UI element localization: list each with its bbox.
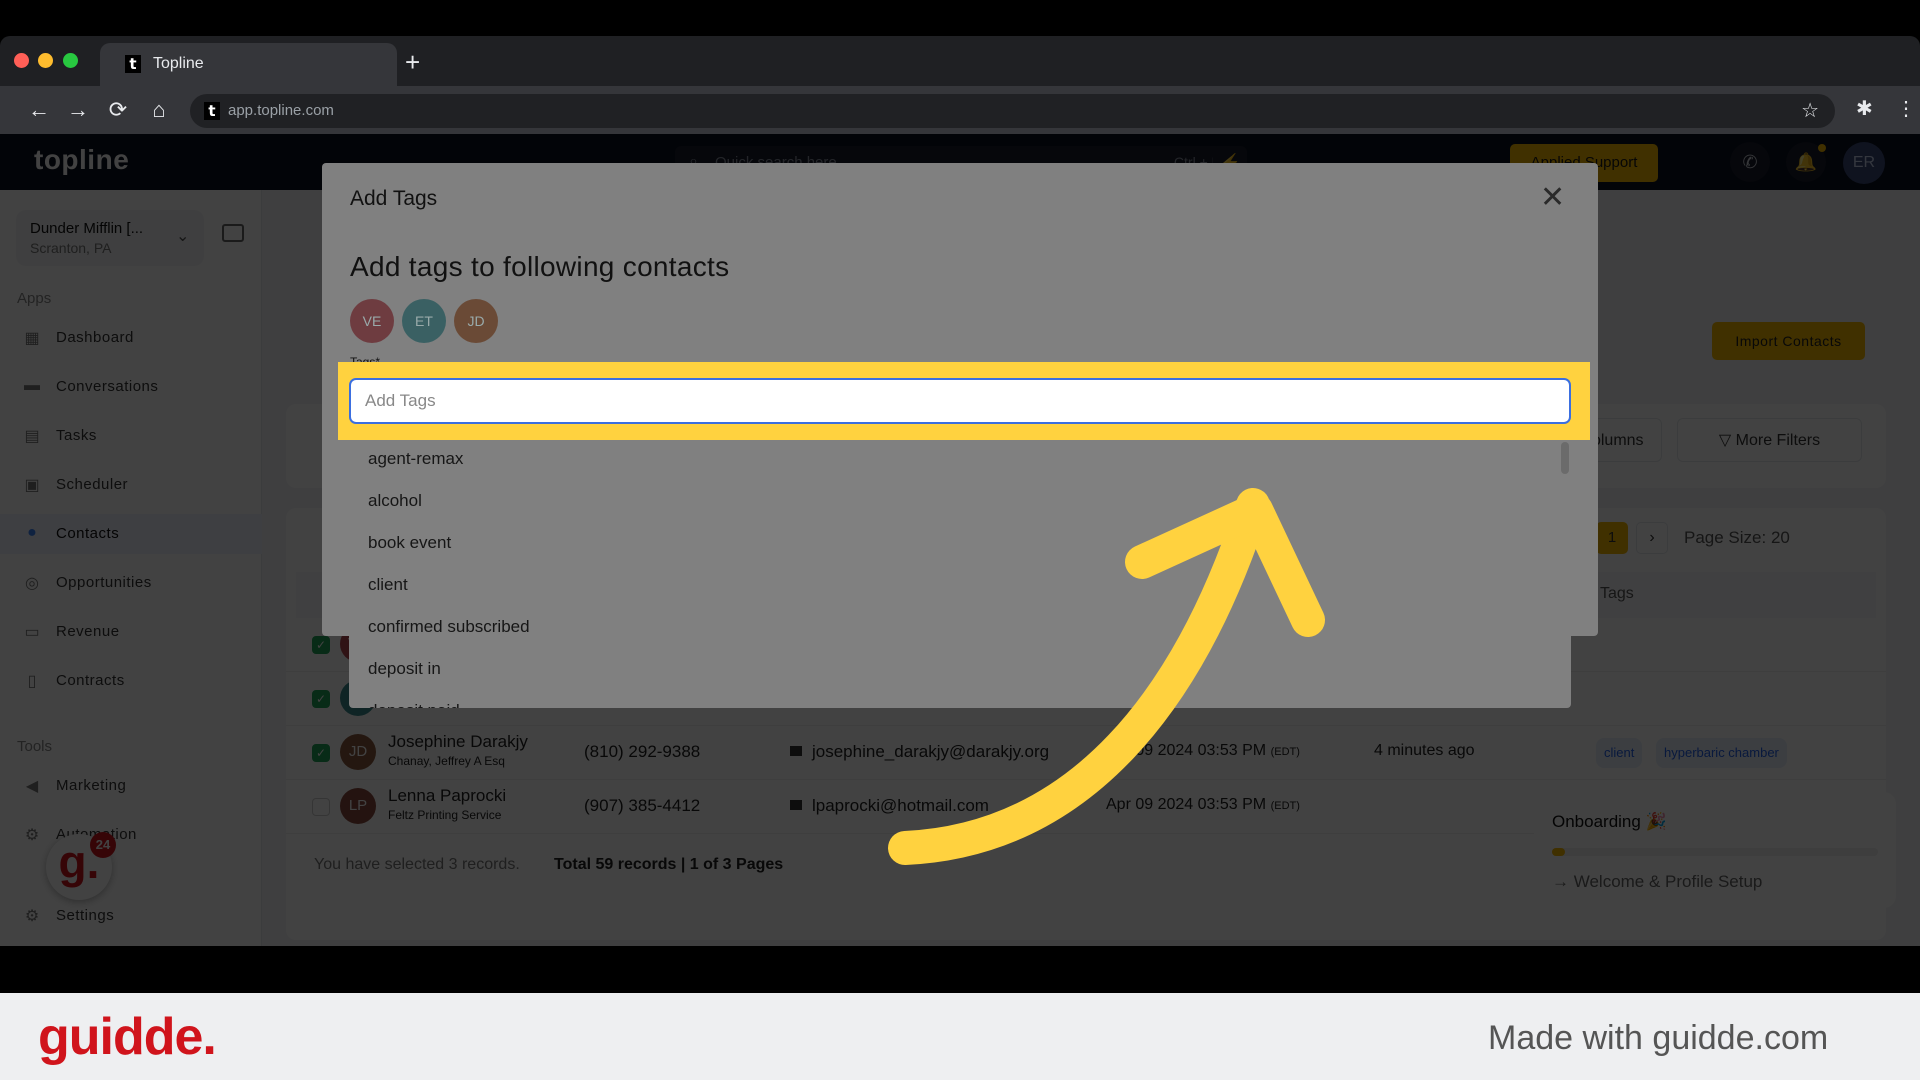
back-arrow-icon[interactable]: ←	[25, 96, 53, 124]
tag-option[interactable]: book event	[349, 524, 1571, 566]
guidde-footer: guidde. Made with guidde.com	[0, 993, 1920, 1080]
site-favicon-icon: t	[204, 102, 220, 120]
forward-arrow-icon[interactable]: →	[64, 96, 92, 124]
screenshot-stage: t Topline + ← → ⟳ ⌂ t app.topline.com ☆ …	[0, 0, 1920, 1080]
tag-option[interactable]: deposit paid	[349, 692, 1571, 708]
tags-dropdown: agent-remax alcohol book event client co…	[349, 440, 1571, 708]
modal-title: Add Tags	[350, 187, 438, 210]
tag-option[interactable]: deposit in	[349, 650, 1571, 692]
bookmark-star-icon[interactable]: ☆	[1801, 98, 1819, 123]
tag-option-label: deposit in	[368, 659, 441, 678]
tag-option[interactable]: confirmed subscribed	[349, 608, 1571, 650]
tag-option-label: agent-remax	[368, 449, 464, 468]
tag-option-label: client	[368, 575, 408, 594]
home-icon[interactable]: ⌂	[145, 96, 173, 124]
address-bar[interactable]: t app.topline.com ☆	[190, 94, 1835, 128]
browser-tab[interactable]: t Topline	[100, 43, 397, 86]
tag-option-label: book event	[368, 533, 452, 552]
window-maximize-button[interactable]	[63, 53, 78, 68]
contact-avatar-chip: VE	[350, 299, 394, 343]
contact-avatar-chip: JD	[454, 299, 498, 343]
reload-icon[interactable]: ⟳	[104, 96, 132, 124]
tag-option-label: alcohol	[368, 491, 422, 510]
new-tab-button[interactable]: +	[405, 48, 420, 76]
tag-option-label: deposit paid	[368, 701, 460, 708]
url-text: app.topline.com	[228, 102, 334, 119]
close-icon[interactable]: ✕	[1540, 183, 1565, 213]
tag-option[interactable]: client	[349, 566, 1571, 608]
contact-avatar-chip: ET	[402, 299, 446, 343]
guidde-logo: guidde.	[38, 1008, 217, 1066]
tag-option-label: confirmed subscribed	[368, 617, 530, 636]
made-with-guidde: Made with guidde.com	[1488, 1019, 1829, 1057]
dropdown-scrollbar[interactable]	[1561, 442, 1569, 474]
extensions-puzzle-icon[interactable]: ✱	[1856, 96, 1873, 121]
window-minimize-button[interactable]	[38, 53, 53, 68]
tag-option[interactable]: alcohol	[349, 482, 1571, 524]
modal-heading: Add tags to following contacts	[350, 251, 730, 282]
window-close-button[interactable]	[14, 53, 29, 68]
tag-option[interactable]: agent-remax	[349, 440, 1571, 482]
add-tags-input[interactable]	[349, 378, 1571, 424]
tab-title: Topline	[153, 55, 204, 72]
topline-favicon-icon: t	[125, 55, 141, 73]
browser-menu-icon[interactable]: ⋮	[1896, 96, 1916, 121]
